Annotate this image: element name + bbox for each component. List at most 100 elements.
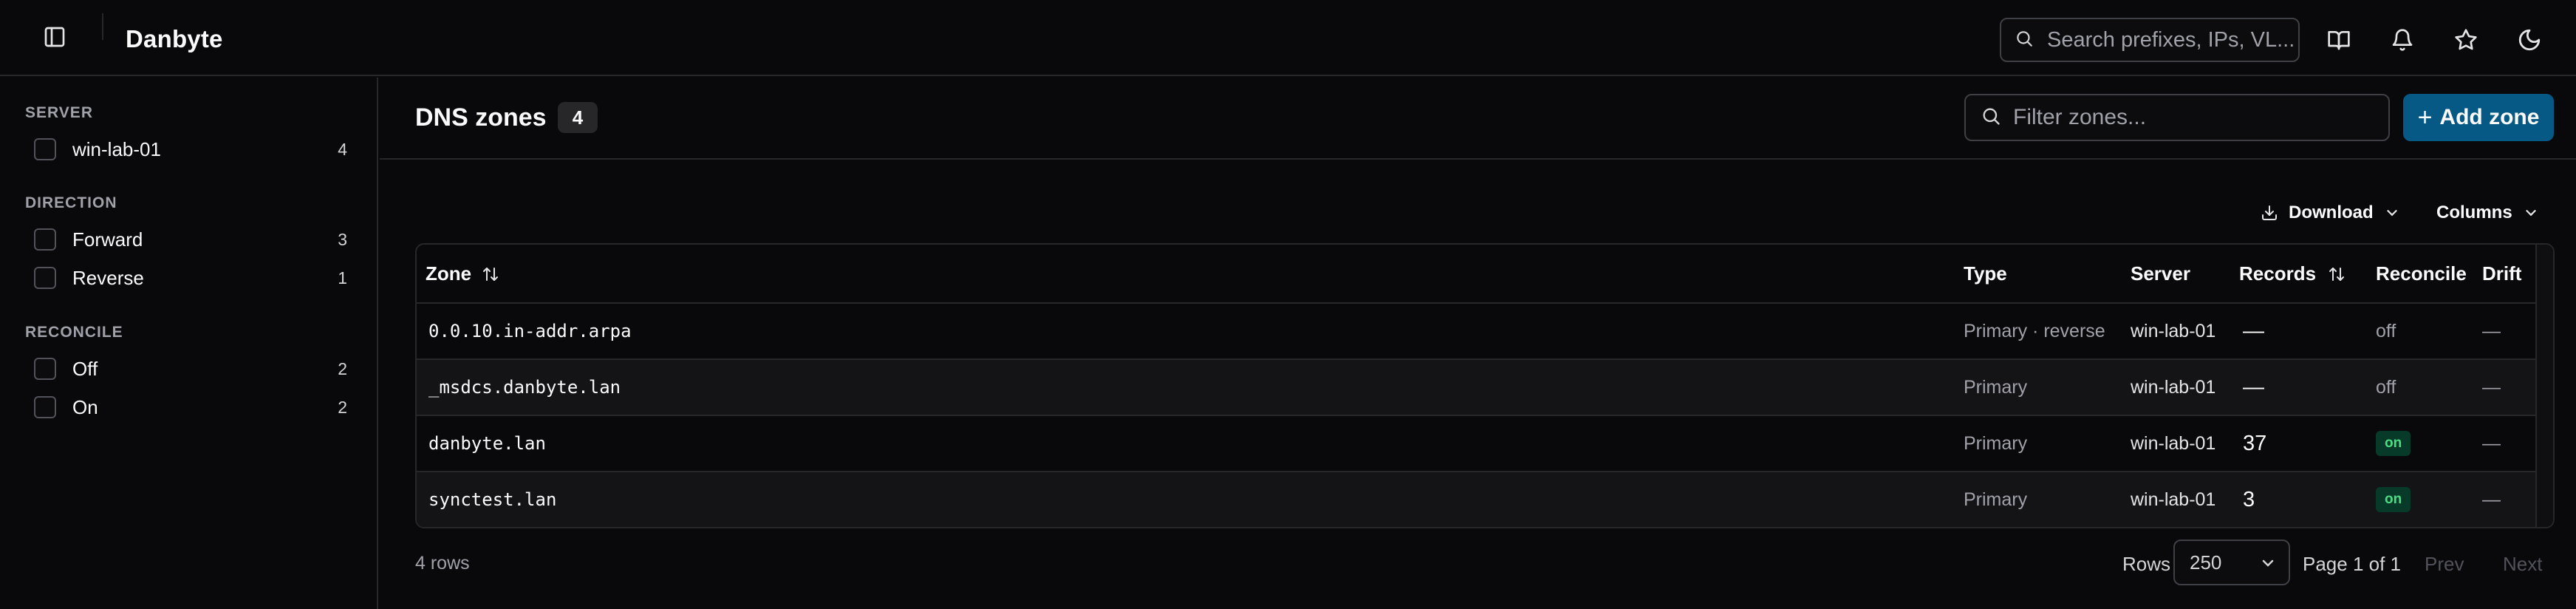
filter-item-count: 1 [338, 268, 347, 288]
download-button[interactable]: Download [2261, 200, 2400, 226]
table-row[interactable]: _msdcs.danbyte.lan Primary win-lab-01 — … [417, 360, 2553, 416]
column-header-reconcile[interactable]: Reconcile [2376, 262, 2467, 285]
global-search-input[interactable] [2047, 27, 2298, 52]
filter-item-label: win-lab-01 [72, 137, 161, 160]
section-heading-direction: DIRECTION [25, 194, 117, 211]
zone-records: 37 [2243, 431, 2267, 455]
rows-per-page-value: 250 [2190, 551, 2222, 574]
count-badge: 4 [558, 102, 598, 133]
toolbar-divider [380, 158, 2576, 160]
download-label: Download [2289, 203, 2374, 222]
reconcile-status: on [2376, 472, 2411, 527]
top-header: Danbyte [0, 0, 2576, 76]
column-label: Records [2239, 262, 2317, 285]
rows-per-page-select[interactable]: 250 [2173, 540, 2290, 585]
columns-button[interactable]: Columns [2436, 200, 2539, 226]
sort-icon[interactable] [482, 265, 499, 283]
filter-zones[interactable] [1964, 94, 2390, 141]
zone-type: Primary · reverse [1964, 320, 2105, 341]
table-scrollbar[interactable] [2535, 245, 2553, 527]
status-badge: on [2376, 487, 2411, 512]
zone-server: win-lab-01 [2131, 376, 2216, 398]
sort-icon[interactable] [2328, 265, 2346, 283]
filter-item-label: Forward [72, 228, 143, 251]
section-heading-server: SERVER [25, 104, 93, 121]
filter-item-reverse[interactable]: Reverse 1 [34, 263, 347, 293]
drift-value: — [2482, 489, 2501, 510]
filter-item-off[interactable]: Off 2 [34, 354, 347, 384]
checkbox[interactable] [34, 228, 56, 251]
reconcile-status: off [2376, 376, 2396, 398]
row-count: 4 rows [415, 553, 470, 574]
moon-icon[interactable] [2515, 25, 2544, 55]
zone-type: Primary [1964, 489, 2028, 510]
sidebar-toggle-icon[interactable] [41, 24, 68, 50]
column-header-zone[interactable]: Zone [426, 262, 499, 285]
column-header-drift[interactable]: Drift [2482, 262, 2521, 285]
book-icon[interactable] [2324, 25, 2354, 55]
zone-server: win-lab-01 [2131, 432, 2216, 454]
columns-label: Columns [2436, 203, 2512, 222]
filter-item-label: On [72, 395, 98, 418]
checkbox[interactable] [34, 396, 56, 418]
column-header-type[interactable]: Type [1964, 262, 2007, 285]
add-zone-label: Add zone [2439, 105, 2540, 129]
filter-item-count: 4 [338, 139, 347, 159]
reconcile-status: off [2376, 320, 2396, 341]
page-info: Page 1 of 1 [2303, 553, 2401, 575]
zone-server: win-lab-01 [2131, 320, 2216, 341]
zone-name[interactable]: _msdcs.danbyte.lan [428, 360, 621, 415]
next-button[interactable]: Next [2503, 553, 2542, 576]
table-row[interactable]: danbyte.lan Primary win-lab-01 37 on — [417, 416, 2553, 472]
column-label: Zone [426, 262, 472, 285]
download-icon [2261, 204, 2278, 222]
checkbox[interactable] [34, 267, 56, 289]
filter-sidebar: SERVER win-lab-01 4 DIRECTION Forward 3 … [0, 78, 378, 609]
zone-name[interactable]: danbyte.lan [428, 416, 546, 471]
filter-item-count: 2 [338, 358, 347, 378]
table-row[interactable]: 0.0.10.in-addr.arpa Primary · reverse wi… [417, 304, 2553, 360]
filter-item-label: Off [72, 357, 98, 380]
zone-server: win-lab-01 [2131, 489, 2216, 510]
bell-icon[interactable] [2388, 25, 2417, 55]
chevron-down-icon [2384, 205, 2400, 221]
table-header: Zone Type Server Records Reconcile Drift [417, 245, 2553, 304]
zone-name[interactable]: synctest.lan [428, 472, 556, 527]
zone-type: Primary [1964, 432, 2028, 454]
global-search[interactable] [2000, 18, 2300, 62]
rows-per-page-label: Rows [2122, 553, 2171, 575]
prev-button[interactable]: Prev [2425, 553, 2464, 576]
drift-value: — [2482, 376, 2501, 398]
header-divider [102, 13, 103, 40]
filter-item-label: Reverse [72, 266, 144, 289]
add-zone-button[interactable]: + Add zone [2403, 94, 2554, 141]
zone-name[interactable]: 0.0.10.in-addr.arpa [428, 304, 632, 358]
filter-item-win-lab-01[interactable]: win-lab-01 4 [34, 135, 347, 164]
column-header-server[interactable]: Server [2131, 262, 2190, 285]
search-icon [1981, 106, 2001, 130]
filter-item-forward[interactable]: Forward 3 [34, 225, 347, 254]
checkbox[interactable] [34, 138, 56, 160]
drift-value: — [2482, 320, 2501, 341]
page-title: DNS zones [415, 103, 547, 132]
table-row[interactable]: synctest.lan Primary win-lab-01 3 on — [417, 472, 2553, 527]
drift-value: — [2482, 432, 2501, 454]
filter-item-count: 2 [338, 397, 347, 417]
zone-type: Primary [1964, 376, 2028, 398]
app-title: Danbyte [126, 25, 223, 52]
filter-zones-input[interactable] [2013, 105, 2382, 130]
filter-item-count: 3 [338, 229, 347, 249]
checkbox[interactable] [34, 358, 56, 380]
filter-item-on[interactable]: On 2 [34, 392, 347, 422]
search-icon [2015, 29, 2034, 52]
chevron-down-icon [2523, 205, 2539, 221]
chevron-down-icon [2259, 554, 2277, 577]
column-header-records[interactable]: Records [2239, 262, 2346, 285]
zone-records: — [2243, 375, 2264, 399]
section-heading-reconcile: RECONCILE [25, 324, 123, 341]
plus-icon: + [2417, 103, 2433, 132]
star-icon[interactable] [2451, 25, 2481, 55]
zones-table: Zone Type Server Records Reconcile Drift… [415, 243, 2555, 528]
reconcile-status: on [2376, 416, 2411, 471]
zone-records: — [2243, 319, 2264, 343]
